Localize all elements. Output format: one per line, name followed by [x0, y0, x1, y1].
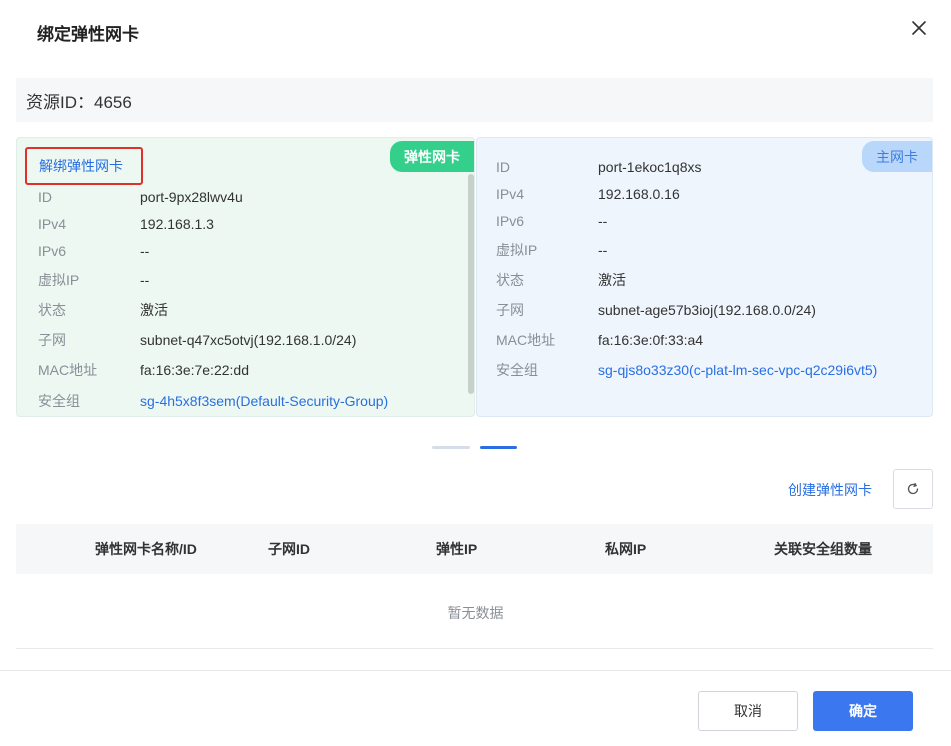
- elastic-row-subnet: 子网 subnet-q47xc5otvj(192.168.1.0/24): [38, 330, 356, 350]
- row-value: --: [598, 213, 608, 229]
- dialog-title: 绑定弹性网卡: [37, 25, 139, 44]
- unbind-elastic-nic-link[interactable]: 解绑弹性网卡: [25, 147, 143, 185]
- row-key: MAC地址: [38, 362, 98, 378]
- row-value: 192.168.0.16: [598, 186, 680, 202]
- row-value: port-1ekoc1q8xs: [598, 159, 702, 175]
- column-header-private-ip: 私网IP: [605, 541, 647, 557]
- row-key: ID: [496, 159, 510, 175]
- close-icon: [912, 21, 926, 35]
- row-key: IPv4: [38, 216, 67, 232]
- footer-divider: [0, 670, 951, 671]
- primary-row-ipv4: IPv4 192.168.0.16: [496, 184, 680, 204]
- carousel-dot-2[interactable]: [480, 446, 517, 449]
- primary-row-secgroup: 安全组 sg-qjs8o33z30(c-plat-lm-sec-vpc-q2c2…: [496, 360, 877, 380]
- elastic-row-id: ID port-9px28lwv4u: [38, 187, 243, 207]
- row-key: 虚拟IP: [496, 242, 538, 258]
- elastic-row-secgroup: 安全组 sg-4h5x8f3sem(Default-Security-Group…: [38, 391, 388, 411]
- row-value: --: [140, 243, 150, 259]
- refresh-button[interactable]: [893, 469, 933, 509]
- row-key: MAC地址: [496, 332, 556, 348]
- primary-row-mac: MAC地址 fa:16:3e:0f:33:a4: [496, 330, 703, 350]
- column-header-eip: 弹性IP: [436, 541, 478, 557]
- row-key: 子网: [496, 302, 524, 318]
- column-header-subnet: 子网ID: [268, 541, 310, 557]
- table-header: 弹性网卡名称/ID 子网ID 弹性IP 私网IP 关联安全组数量: [16, 524, 933, 574]
- resource-id-bar: 资源ID：4656: [16, 78, 933, 122]
- carousel-dot-1[interactable]: [432, 446, 470, 449]
- primary-row-ipv6: IPv6 --: [496, 211, 607, 231]
- confirm-button[interactable]: 确定: [813, 691, 913, 731]
- row-key: 子网: [38, 332, 66, 348]
- row-key: 虚拟IP: [38, 272, 80, 288]
- empty-state-text: 暂无数据: [447, 605, 504, 621]
- cancel-button[interactable]: 取消: [698, 691, 798, 731]
- row-value: subnet-q47xc5otvj(192.168.1.0/24): [140, 332, 357, 348]
- column-header-name: 弹性网卡名称/ID: [95, 541, 197, 557]
- primary-nic-card: 主网卡 ID port-1ekoc1q8xs IPv4 192.168.0.16…: [476, 137, 933, 417]
- create-elastic-nic-link[interactable]: 创建弹性网卡: [788, 480, 872, 500]
- row-value: subnet-age57b3ioj(192.168.0.0/24): [598, 302, 816, 318]
- elastic-row-vip: 虚拟IP --: [38, 270, 149, 290]
- elastic-row-ipv4: IPv4 192.168.1.3: [38, 214, 214, 234]
- row-key: IPv6: [38, 243, 67, 259]
- row-key: 状态: [38, 302, 66, 318]
- column-header-secgroup-count: 关联安全组数量: [774, 541, 872, 557]
- row-value: 激活: [598, 272, 626, 288]
- elastic-nic-card: 弹性网卡 解绑弹性网卡 ID port-9px28lwv4u IPv4 192.…: [16, 137, 475, 417]
- row-key: ID: [38, 189, 52, 205]
- row-value: 激活: [140, 302, 168, 318]
- primary-row-vip: 虚拟IP --: [496, 240, 607, 260]
- table-bottom-divider: [16, 648, 933, 649]
- elastic-row-status: 状态 激活: [38, 300, 168, 320]
- security-group-link[interactable]: sg-4h5x8f3sem(Default-Security-Group): [140, 391, 388, 411]
- close-button[interactable]: [907, 16, 931, 40]
- row-key: 状态: [496, 272, 524, 288]
- resource-id-label: 资源ID：4656: [26, 92, 132, 112]
- security-group-link[interactable]: sg-qjs8o33z30(c-plat-lm-sec-vpc-q2c29i6v…: [598, 360, 877, 380]
- row-key: 安全组: [496, 362, 538, 378]
- row-value: fa:16:3e:7e:22:dd: [140, 362, 249, 378]
- row-value: --: [140, 272, 150, 288]
- row-value: --: [598, 242, 608, 258]
- row-value: port-9px28lwv4u: [140, 189, 243, 205]
- row-value: fa:16:3e:0f:33:a4: [598, 332, 704, 348]
- row-key: IPv6: [496, 213, 525, 229]
- row-key: 安全组: [38, 393, 80, 409]
- elastic-row-mac: MAC地址 fa:16:3e:7e:22:dd: [38, 360, 249, 380]
- primary-nic-badge: 主网卡: [862, 141, 932, 172]
- primary-row-status: 状态 激活: [496, 270, 626, 290]
- primary-row-id: ID port-1ekoc1q8xs: [496, 157, 702, 177]
- refresh-icon: [907, 482, 919, 495]
- row-value: 192.168.1.3: [140, 216, 214, 232]
- elastic-row-ipv6: IPv6 --: [38, 241, 149, 261]
- primary-row-subnet: 子网 subnet-age57b3ioj(192.168.0.0/24): [496, 300, 816, 320]
- card-scrollbar[interactable]: [468, 174, 474, 394]
- elastic-nic-badge: 弹性网卡: [390, 141, 474, 172]
- row-key: IPv4: [496, 186, 525, 202]
